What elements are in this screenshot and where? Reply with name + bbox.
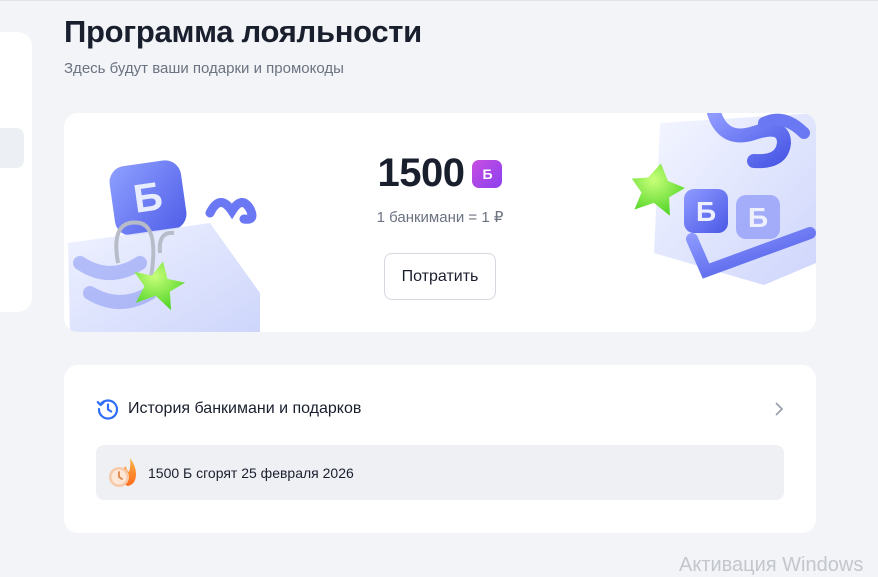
history-clock-icon (96, 397, 120, 421)
history-label: История банкимани и подарков (128, 400, 362, 417)
chevron-right-icon (772, 402, 786, 416)
sidebar-active-item[interactable] (0, 128, 24, 168)
history-card: История банкимани и подарков 1500 Б сгор… (64, 365, 816, 533)
expiry-notice: 1500 Б сгорят 25 февраля 2026 (96, 445, 784, 500)
windows-activation-watermark: Активация Windows (679, 554, 864, 576)
balance-card: Б Б Б 1500 Б 1 банкимани = 1 ₽ Потратить (64, 113, 816, 332)
burning-clock-icon (106, 456, 142, 490)
top-divider (0, 0, 878, 1)
sidebar-panel (0, 32, 32, 312)
expiry-text: 1500 Б сгорят 25 февраля 2026 (148, 464, 354, 481)
history-link[interactable]: История банкимани и подарков (96, 395, 786, 423)
balance-row: 1500 Б (64, 151, 816, 196)
gift-box-illustration: Б Б (631, 113, 816, 285)
exchange-rate-text: 1 банкимани = 1 ₽ (376, 209, 504, 226)
page-title: Программа лояльности (64, 14, 422, 49)
balance-amount: 1500 (377, 151, 465, 195)
bankimani-currency-icon: Б (472, 159, 503, 188)
page-subtitle: Здесь будут ваши подарки и промокоды (64, 60, 344, 77)
spend-button[interactable]: Потратить (384, 253, 496, 300)
